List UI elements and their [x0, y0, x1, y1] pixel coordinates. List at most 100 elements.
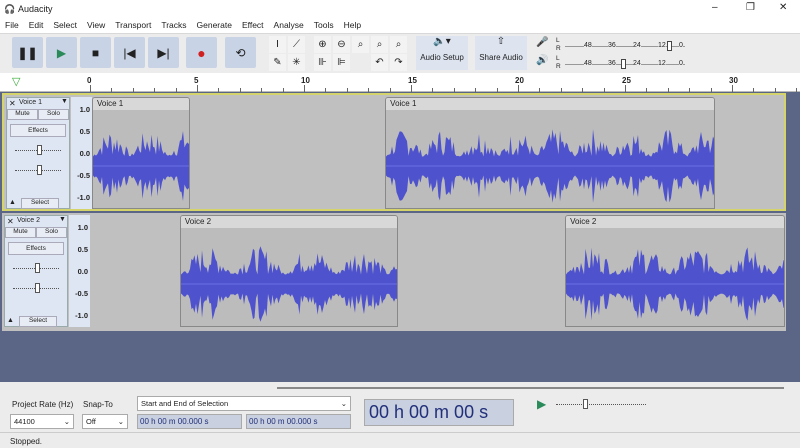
- selection-tool-icon[interactable]: I: [269, 36, 286, 53]
- toolbar: ❚❚ ▶ ■ |◀ ▶| ● ⟲ I ⟋ ✎ ✳ ⊕ ⊖ ⌕ ⌕ ⌕ ⊪ ⊫ ↶…: [0, 33, 800, 73]
- share-audio-button[interactable]: ⇧ Share Audio: [475, 36, 527, 70]
- menu-analyse[interactable]: Analyse: [269, 18, 309, 34]
- close-track-icon[interactable]: ✕: [7, 217, 14, 226]
- audio-position-time[interactable]: 00 h 00 m 00 s: [364, 399, 514, 426]
- scale-label: 0.5: [77, 245, 88, 254]
- audio-clip[interactable]: Voice 2: [179, 215, 399, 327]
- menu-generate[interactable]: Generate: [192, 18, 237, 34]
- skip-start-button[interactable]: |◀: [114, 37, 145, 68]
- fit-selection-icon[interactable]: ⌕: [352, 36, 369, 53]
- draw-tool-icon[interactable]: ✎: [269, 54, 286, 71]
- ruler-tick-label: 10: [301, 76, 310, 85]
- ruler-tick: [197, 85, 198, 92]
- menu-tools[interactable]: Tools: [309, 18, 339, 34]
- clip-title[interactable]: Voice 2: [566, 216, 785, 228]
- stop-button[interactable]: ■: [80, 37, 111, 68]
- maximize-button[interactable]: ❐: [746, 2, 755, 13]
- track-menu-dropdown-icon[interactable]: ▼: [61, 98, 68, 105]
- audio-clip[interactable]: Voice 1: [385, 97, 715, 209]
- menu-edit[interactable]: Edit: [24, 18, 49, 34]
- audio-setup-label: Audio Setup: [420, 53, 464, 62]
- trim-icon[interactable]: ⊪: [314, 54, 331, 71]
- menu-effect[interactable]: Effect: [237, 18, 269, 34]
- scale-label: -1.0: [75, 311, 88, 320]
- zoom-toggle-icon[interactable]: ⌕: [390, 36, 407, 53]
- menu-tracks[interactable]: Tracks: [156, 18, 191, 34]
- waveform: [566, 247, 785, 321]
- undo-icon[interactable]: ↶: [371, 54, 388, 71]
- status-text: Stopped.: [10, 437, 43, 446]
- snap-to-select[interactable]: Off ⌄: [82, 414, 128, 429]
- microphone-icon[interactable]: 🎤: [536, 37, 548, 48]
- zoom-in-icon[interactable]: ⊕: [314, 36, 331, 53]
- pan-slider-thumb[interactable]: [37, 165, 42, 175]
- clip-title[interactable]: Voice 1: [386, 98, 714, 110]
- silence-icon[interactable]: ⊫: [333, 54, 350, 71]
- zoom-out-icon[interactable]: ⊖: [333, 36, 350, 53]
- track-menu-dropdown-icon[interactable]: ▼: [59, 216, 66, 223]
- horizontal-scrollbar[interactable]: [277, 387, 784, 389]
- ruler-tick-label: 5: [194, 76, 199, 85]
- skip-end-button[interactable]: ▶|: [148, 37, 179, 68]
- audio-setup-button[interactable]: 🔈▾ Audio Setup: [416, 36, 468, 70]
- menu-help[interactable]: Help: [339, 18, 366, 34]
- selection-mode-select[interactable]: Start and End of Selection ⌄: [137, 396, 351, 411]
- clip-title[interactable]: Voice 2: [180, 216, 398, 228]
- meter-tick: 0: [679, 42, 683, 49]
- mute-button[interactable]: Mute: [5, 227, 36, 238]
- play-at-speed-button[interactable]: ▶: [537, 397, 546, 411]
- meter-channel-label: R: [556, 63, 561, 70]
- record-button[interactable]: ●: [186, 37, 217, 68]
- clip-title[interactable]: Voice 1: [93, 98, 190, 110]
- solo-button[interactable]: Solo: [38, 109, 69, 120]
- mute-button[interactable]: Mute: [7, 109, 38, 120]
- ruler-tick-label: 15: [408, 76, 417, 85]
- fit-project-icon[interactable]: ⌕: [371, 36, 388, 53]
- solo-button[interactable]: Solo: [36, 227, 67, 238]
- effects-button[interactable]: Effects: [8, 242, 64, 255]
- play-button[interactable]: ▶: [46, 37, 77, 68]
- multi-tool-icon[interactable]: ✳: [288, 54, 305, 71]
- track-name-menu[interactable]: Voice 2: [17, 217, 57, 224]
- menu-view[interactable]: View: [82, 18, 110, 34]
- recording-volume-slider[interactable]: [667, 41, 672, 51]
- audio-track[interactable]: ✕ Voice 2 ▼ Mute Solo Effects ▲ Select 1…: [2, 213, 786, 331]
- selection-end-time[interactable]: 00 h 00 m 00.000 s: [246, 414, 351, 429]
- ruler-tick-label: 0: [87, 76, 92, 85]
- scale-label: 1.0: [79, 105, 90, 114]
- menu-select[interactable]: Select: [48, 18, 82, 34]
- playback-speed-slider[interactable]: [556, 404, 646, 405]
- gain-slider-thumb[interactable]: [35, 263, 40, 273]
- headphones-icon: 🎧: [4, 4, 16, 14]
- project-rate-select[interactable]: 44100 ⌄: [10, 414, 74, 429]
- close-button[interactable]: ✕: [779, 2, 787, 13]
- collapse-track-icon[interactable]: ▲: [7, 317, 14, 324]
- track-control-panel: ✕ Voice 1 ▼ Mute Solo Effects ▲ Select: [6, 97, 70, 209]
- play-head-icon[interactable]: ▽: [12, 75, 20, 88]
- pause-button[interactable]: ❚❚: [12, 37, 43, 68]
- select-track-button[interactable]: Select: [21, 198, 59, 209]
- envelope-tool-icon[interactable]: ⟋: [288, 36, 305, 53]
- menu-transport[interactable]: Transport: [110, 18, 156, 34]
- collapse-track-icon[interactable]: ▲: [9, 199, 16, 206]
- audio-clip[interactable]: Voice 1: [92, 97, 191, 209]
- loop-button[interactable]: ⟲: [225, 37, 256, 68]
- minimize-button[interactable]: –: [712, 2, 718, 13]
- speed-slider-thumb[interactable]: [583, 399, 588, 409]
- menu-file[interactable]: File: [0, 18, 24, 34]
- gain-slider-thumb[interactable]: [37, 145, 42, 155]
- redo-icon[interactable]: ↷: [390, 54, 407, 71]
- audio-track[interactable]: ✕ Voice 1 ▼ Mute Solo Effects ▲ Select 1…: [2, 93, 786, 211]
- timeline-ruler[interactable]: ▽ 0 5 10 15 20 25 30: [0, 73, 800, 92]
- playback-volume-slider[interactable]: [621, 59, 626, 69]
- selection-start-time[interactable]: 00 h 00 m 00.000 s: [137, 414, 242, 429]
- scale-label: 1.0: [77, 223, 88, 232]
- effects-button[interactable]: Effects: [10, 124, 66, 137]
- ruler-tick: [304, 85, 305, 92]
- speaker-meter-icon[interactable]: 🔊: [536, 55, 548, 66]
- pan-slider-thumb[interactable]: [35, 283, 40, 293]
- track-name-menu[interactable]: Voice 1: [19, 99, 59, 106]
- close-track-icon[interactable]: ✕: [9, 99, 16, 108]
- audio-clip[interactable]: Voice 2: [565, 215, 786, 327]
- select-track-button[interactable]: Select: [19, 316, 57, 327]
